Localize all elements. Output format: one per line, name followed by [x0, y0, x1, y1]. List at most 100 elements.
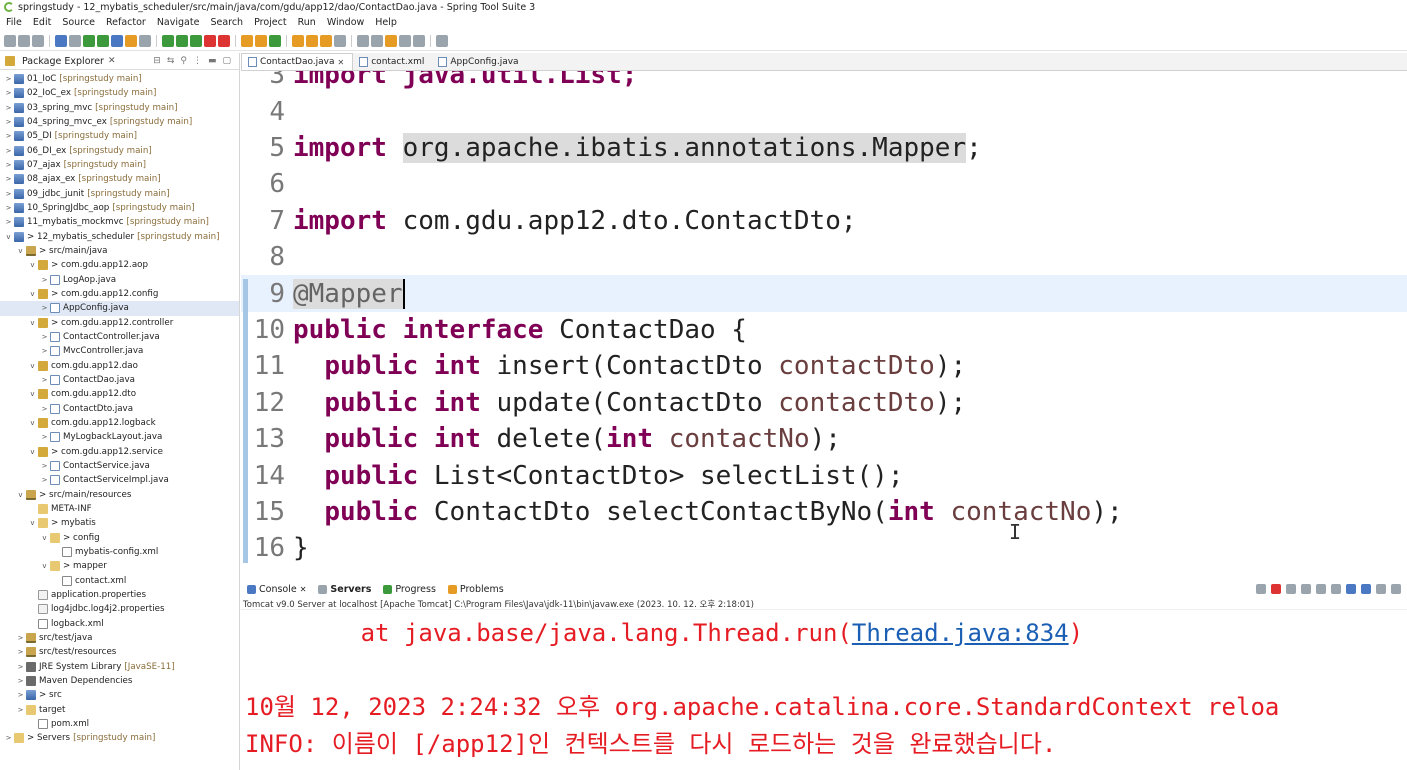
- tree-item[interactable]: >01_IoC [springstudy main]: [0, 72, 239, 86]
- tree-item[interactable]: > Maven Dependencies: [0, 674, 239, 688]
- tree-item[interactable]: > ContactController.java: [0, 330, 239, 344]
- collapsed-chevron-icon[interactable]: >: [40, 476, 49, 484]
- expanded-chevron-icon[interactable]: v: [28, 419, 37, 427]
- tree-item[interactable]: > > src: [0, 688, 239, 702]
- expanded-chevron-icon[interactable]: v: [28, 261, 37, 269]
- last-edit-icon[interactable]: [385, 34, 397, 47]
- collapsed-chevron-icon[interactable]: >: [4, 89, 13, 97]
- collapsed-chevron-icon[interactable]: >: [4, 118, 13, 126]
- tree-item[interactable]: v com.gdu.app12.logback: [0, 416, 239, 430]
- external-tools-icon[interactable]: [218, 34, 230, 47]
- menu-help[interactable]: Help: [375, 17, 397, 28]
- tab-progress[interactable]: Progress: [383, 584, 436, 595]
- collapsed-chevron-icon[interactable]: >: [40, 376, 49, 384]
- expanded-chevron-icon[interactable]: v: [28, 390, 37, 398]
- code-line[interactable]: 8: [241, 239, 1407, 276]
- expanded-chevron-icon[interactable]: v: [28, 519, 37, 527]
- collapsed-chevron-icon[interactable]: >: [16, 634, 25, 642]
- menu-run[interactable]: Run: [298, 17, 316, 28]
- close-icon[interactable]: ✕: [108, 56, 116, 66]
- code-line[interactable]: 13 public int delete(int contactNo);: [241, 421, 1407, 458]
- code-line[interactable]: 4: [241, 93, 1407, 130]
- package-explorer-tab[interactable]: Package Explorer ✕ ⊟ ⇆ ⚲ ⋮ ▬ ▢: [0, 53, 239, 70]
- pin-console-icon[interactable]: [1346, 584, 1356, 594]
- collapsed-chevron-icon[interactable]: >: [4, 190, 13, 198]
- tree-item[interactable]: v > config: [0, 531, 239, 545]
- code-line[interactable]: 16}: [241, 530, 1407, 567]
- open-type-icon[interactable]: [292, 34, 304, 47]
- show-whitespace-icon[interactable]: [139, 34, 151, 47]
- close-icon[interactable]: ✕: [338, 58, 345, 67]
- minimize-icon[interactable]: [1391, 584, 1401, 594]
- search-icon[interactable]: [320, 34, 332, 47]
- editor-tab[interactable]: contact.xml: [353, 53, 432, 70]
- tree-item[interactable]: v > 12_mybatis_scheduler [springstudy main…: [0, 230, 239, 244]
- menu-window[interactable]: Window: [327, 17, 364, 28]
- menu-search[interactable]: Search: [210, 17, 243, 28]
- boot-dashboard-icon[interactable]: [83, 34, 95, 47]
- new-java-project-icon[interactable]: [241, 34, 253, 47]
- collapsed-chevron-icon[interactable]: >: [40, 462, 49, 470]
- menu-edit[interactable]: Edit: [33, 17, 51, 28]
- tab-problems[interactable]: Problems: [447, 584, 504, 595]
- expanded-chevron-icon[interactable]: v: [28, 290, 37, 298]
- word-wrap-icon[interactable]: [1331, 584, 1341, 594]
- tree-item[interactable]: > src/test/java: [0, 631, 239, 645]
- collapsed-chevron-icon[interactable]: >: [4, 132, 13, 140]
- stop-icon[interactable]: [204, 34, 216, 47]
- tree-item[interactable]: > ContactServiceImpl.java: [0, 473, 239, 487]
- tree-item[interactable]: > ContactService.java: [0, 459, 239, 473]
- menu-project[interactable]: Project: [254, 17, 287, 28]
- menu-refactor[interactable]: Refactor: [106, 17, 146, 28]
- code-line[interactable]: 11 public int insert(ContactDto contactD…: [241, 348, 1407, 385]
- collapsed-chevron-icon[interactable]: >: [16, 677, 25, 685]
- prev-annotation-icon[interactable]: [371, 34, 383, 47]
- tree-item[interactable]: pom.xml: [0, 717, 239, 731]
- collapsed-chevron-icon[interactable]: >: [4, 161, 13, 169]
- collapsed-chevron-icon[interactable]: >: [4, 734, 13, 742]
- tree-item[interactable]: v > com.gdu.app12.controller: [0, 316, 239, 330]
- tree-item[interactable]: >09_jdbc_junit [springstudy main]: [0, 187, 239, 201]
- collapsed-chevron-icon[interactable]: >: [4, 147, 13, 155]
- collapsed-chevron-icon[interactable]: >: [40, 347, 49, 355]
- code-line[interactable]: 10 public interface ContactDao {: [241, 312, 1407, 349]
- code-line[interactable]: 14 public List<ContactDto> selectList();: [241, 457, 1407, 494]
- tree-item[interactable]: >02_IoC_ex [springstudy main]: [0, 86, 239, 100]
- collapsed-chevron-icon[interactable]: >: [40, 433, 49, 441]
- collapse-all-icon[interactable]: ⊟: [153, 56, 161, 66]
- collapsed-chevron-icon[interactable]: >: [4, 204, 13, 212]
- tree-item[interactable]: v > com.gdu.app12.aop: [0, 258, 239, 272]
- expanded-chevron-icon[interactable]: v: [28, 362, 37, 370]
- expanded-chevron-icon[interactable]: v: [16, 491, 25, 499]
- tree-item[interactable]: mybatis-config.xml: [0, 545, 239, 559]
- tree-item[interactable]: v > src/main/resources: [0, 488, 239, 502]
- tree-item[interactable]: >06_DI_ex [springstudy main]: [0, 144, 239, 158]
- tree-item[interactable]: > JRE System Library [JavaSE-11]: [0, 659, 239, 673]
- tree-item[interactable]: log4jdbc.log4j2.properties: [0, 602, 239, 616]
- code-line[interactable]: 12 public int update(ContactDto contactD…: [241, 385, 1407, 422]
- tree-item[interactable]: > LogAop.java: [0, 273, 239, 287]
- collapsed-chevron-icon[interactable]: >: [16, 691, 25, 699]
- collapsed-chevron-icon[interactable]: >: [4, 175, 13, 183]
- back-icon[interactable]: [399, 34, 411, 47]
- skip-breakpoints-icon[interactable]: [69, 34, 81, 47]
- tab-servers[interactable]: Servers: [318, 584, 371, 595]
- collapsed-chevron-icon[interactable]: >: [40, 333, 49, 341]
- tree-item[interactable]: META-INF: [0, 502, 239, 516]
- filter-icon[interactable]: ⚲: [180, 56, 187, 66]
- next-annotation-icon[interactable]: [357, 34, 369, 47]
- collapsed-chevron-icon[interactable]: >: [40, 405, 49, 413]
- tree-item[interactable]: > MyLogbackLayout.java: [0, 430, 239, 444]
- view-menu-icon[interactable]: ⋮: [193, 56, 202, 66]
- pin-icon[interactable]: [111, 34, 123, 47]
- tree-item[interactable]: v com.gdu.app12.dto: [0, 387, 239, 401]
- tree-item[interactable]: application.properties: [0, 588, 239, 602]
- coverage-icon[interactable]: [190, 34, 202, 47]
- tree-item[interactable]: > target: [0, 702, 239, 716]
- code-line[interactable]: 7 import com.gdu.app12.dto.ContactDto;: [241, 203, 1407, 240]
- code-editor[interactable]: I 3 import java.util.List; 4 5 import org.ap…: [241, 71, 1407, 572]
- run-icon[interactable]: [176, 34, 188, 47]
- forward-icon[interactable]: [413, 34, 425, 47]
- tree-item[interactable]: > ContactDto.java: [0, 402, 239, 416]
- tree-item[interactable]: >07_ajax [springstudy main]: [0, 158, 239, 172]
